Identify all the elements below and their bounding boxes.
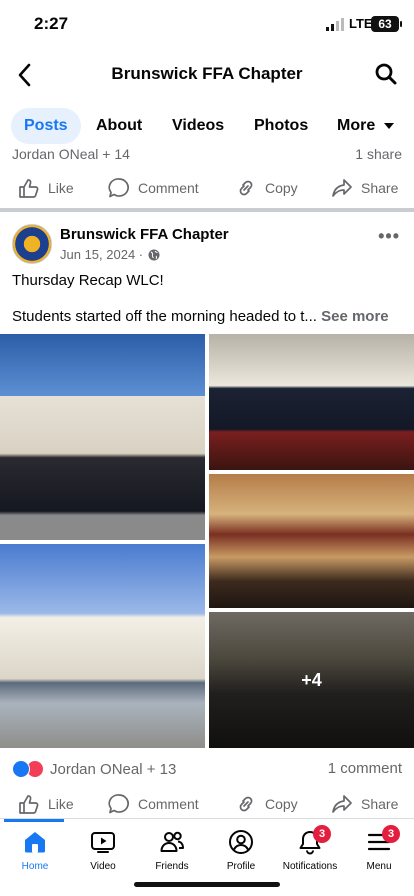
photo-office-meeting[interactable]	[209, 334, 414, 470]
post-text-line: Thursday Recap WLC!	[12, 272, 164, 289]
tab-about[interactable]: About	[83, 108, 155, 144]
tab-posts[interactable]: Posts	[11, 108, 81, 144]
comment-label: Comment	[138, 796, 199, 812]
photo-library-reading-room[interactable]	[209, 474, 414, 608]
signal-icon	[326, 18, 344, 31]
share-button[interactable]: Share	[331, 168, 398, 208]
search-icon[interactable]	[374, 62, 398, 86]
comment-count[interactable]: 1 comment	[328, 760, 402, 777]
more-photos-overlay[interactable]: +4	[209, 612, 414, 748]
copy-label: Copy	[265, 796, 298, 812]
like-label: Like	[48, 180, 74, 196]
thumbs-up-icon	[19, 795, 39, 814]
active-tab-indicator	[4, 819, 64, 822]
profile-tabs: Posts About Videos Photos More	[0, 104, 414, 148]
tab-videos[interactable]: Videos	[159, 108, 237, 144]
more-options-icon[interactable]: •••	[378, 226, 400, 247]
post-reactions[interactable]: Jordan ONeal + 13	[12, 760, 176, 778]
see-more-link[interactable]: See more	[321, 308, 389, 325]
globe-icon	[148, 249, 160, 260]
post-separator	[0, 208, 414, 212]
avatar[interactable]	[12, 224, 52, 264]
thumbs-up-icon	[19, 179, 39, 198]
post-timestamp: Jun 15, 2024 ·	[60, 247, 160, 262]
post-text-line: Students started off the morning headed …	[12, 308, 389, 325]
status-bar: 2:27 LTE 63	[0, 0, 414, 50]
share-label: Share	[361, 180, 399, 196]
copy-button[interactable]: Copy	[235, 168, 298, 208]
prev-post-reactions[interactable]: Jordan ONeal + 14	[12, 146, 130, 160]
reactions-text: Jordan ONeal + 13	[50, 760, 177, 778]
link-icon	[239, 180, 253, 196]
like-button[interactable]: Like	[18, 168, 74, 208]
tab-more[interactable]: More	[324, 108, 394, 144]
profile-icon	[229, 830, 253, 854]
like-reaction-icon	[12, 760, 30, 778]
page-header: Brunswick FFA Chapter	[0, 50, 414, 100]
nav-home-label: Home	[21, 861, 49, 872]
nav-notifications-label: Notifications	[282, 861, 338, 872]
nav-video[interactable]: Video	[68, 819, 138, 872]
nav-profile-label: Profile	[226, 861, 256, 872]
link-icon	[239, 796, 253, 812]
nav-home[interactable]: Home	[0, 819, 70, 872]
home-icon	[25, 832, 45, 853]
share-arrow-icon	[332, 179, 352, 197]
comment-label: Comment	[138, 180, 199, 196]
copy-label: Copy	[265, 180, 298, 196]
nav-notifications[interactable]: 3 Notifications	[275, 819, 345, 872]
home-indicator[interactable]	[134, 882, 280, 887]
prev-post-reactions-text: Jordan ONeal + 14	[12, 146, 130, 160]
network-type: LTE	[349, 16, 373, 31]
nav-menu-label: Menu	[366, 861, 392, 872]
notifications-badge: 3	[313, 825, 331, 843]
nav-friends[interactable]: Friends	[137, 819, 207, 872]
caret-down-icon	[383, 122, 394, 129]
page-title: Brunswick FFA Chapter	[111, 64, 303, 83]
comment-bubble-icon	[108, 794, 129, 814]
post-author[interactable]: Brunswick FFA Chapter	[60, 226, 229, 243]
battery-icon: 63	[371, 16, 402, 32]
comment-button[interactable]: Comment	[108, 168, 199, 208]
comment-bubble-icon	[108, 178, 129, 198]
tab-more-label: More	[337, 117, 376, 134]
nav-menu[interactable]: 3 Menu	[344, 819, 414, 872]
photo-capitol-group[interactable]	[0, 334, 205, 540]
like-label: Like	[48, 796, 74, 812]
menu-badge: 3	[382, 825, 400, 843]
post-date-text: Jun 15, 2024 ·	[60, 247, 144, 262]
nav-profile[interactable]: Profile	[206, 819, 276, 872]
status-time: 2:27	[34, 14, 69, 33]
video-icon	[91, 832, 115, 853]
post-text-truncated: Students started off the morning headed …	[12, 308, 317, 325]
nav-video-label: Video	[90, 861, 116, 872]
share-label: Share	[361, 796, 399, 812]
prev-post-actions: Like Comment Copy Share	[0, 168, 414, 208]
tab-photos[interactable]: Photos	[241, 108, 321, 144]
photo-capitol-dome[interactable]	[0, 544, 205, 748]
share-arrow-icon	[332, 795, 352, 813]
friends-icon	[160, 831, 184, 852]
nav-friends-label: Friends	[155, 861, 189, 872]
prev-post-share-count[interactable]: 1 share	[355, 146, 402, 160]
